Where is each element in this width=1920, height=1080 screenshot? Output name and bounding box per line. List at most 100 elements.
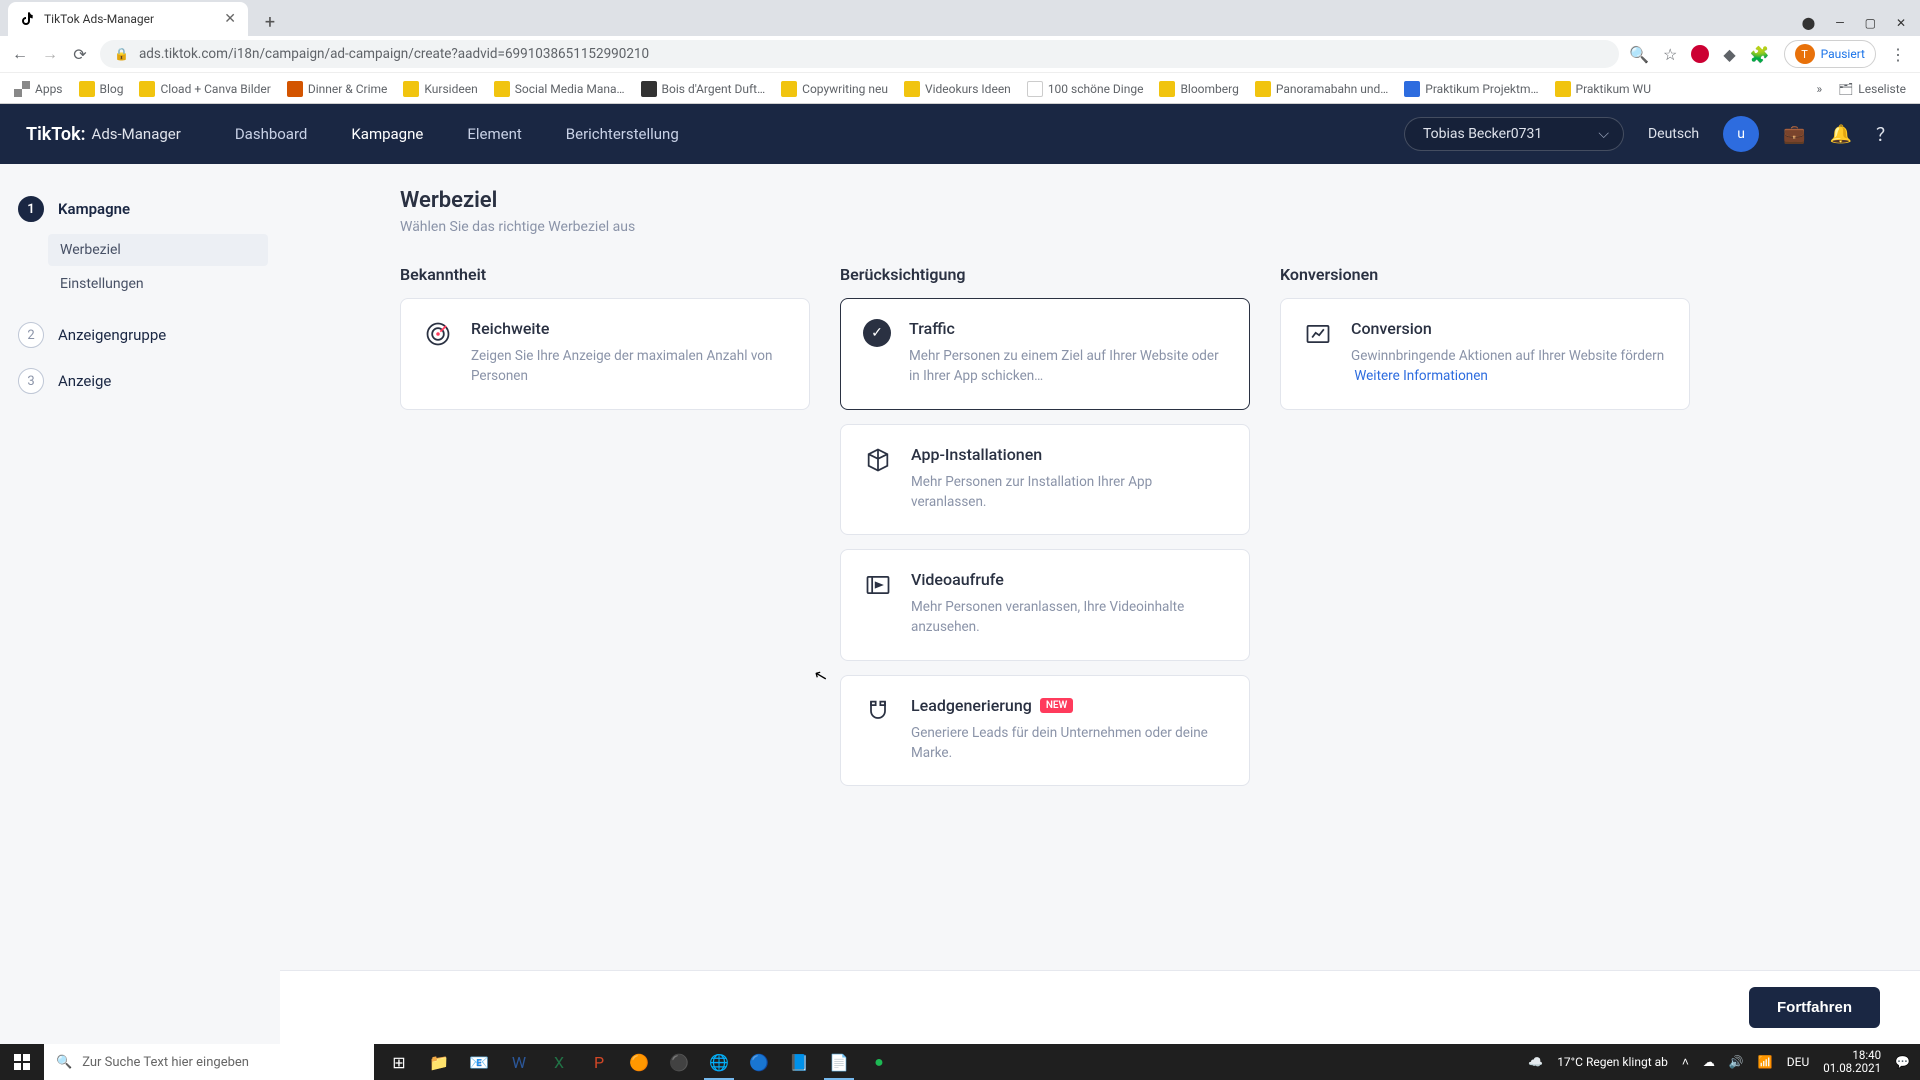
user-avatar[interactable]: u xyxy=(1723,116,1759,152)
app-icon[interactable]: 🟠 xyxy=(620,1044,658,1080)
reload-button[interactable]: ⟳ xyxy=(70,45,90,64)
taskbar-clock[interactable]: 18:40 01.08.2021 xyxy=(1823,1049,1881,1075)
card-leadgenerierung[interactable]: Leadgenerierung NEW Generiere Leads für … xyxy=(840,675,1250,787)
bookmark-item[interactable]: Dinner & Crime xyxy=(283,81,392,97)
explorer-icon[interactable]: 📁 xyxy=(420,1044,458,1080)
language-indicator[interactable]: DEU xyxy=(1787,1055,1809,1069)
card-videoaufrufe[interactable]: Videoaufrufe Mehr Personen veranlassen, … xyxy=(840,549,1250,661)
bell-icon[interactable]: 🔔 xyxy=(1830,124,1852,145)
profile-avatar-icon: T xyxy=(1795,44,1815,64)
extension-icon[interactable]: ◆ xyxy=(1723,45,1735,64)
apps-icon xyxy=(14,81,30,97)
browser-tab[interactable]: TikTok Ads-Manager ✕ xyxy=(8,2,248,36)
continue-button[interactable]: Fortfahren xyxy=(1749,987,1880,1028)
bookmark-item[interactable]: Copywriting neu xyxy=(777,81,892,97)
obs-icon[interactable]: ⚫ xyxy=(660,1044,698,1080)
substep-einstellungen[interactable]: Einstellungen xyxy=(48,268,268,300)
volume-icon[interactable]: 🔊 xyxy=(1729,1055,1744,1069)
bookmark-icon xyxy=(1159,81,1175,97)
bookmark-star-icon[interactable]: ☆ xyxy=(1663,45,1677,64)
close-tab-icon[interactable]: ✕ xyxy=(224,11,236,27)
mail-icon[interactable]: 📧 xyxy=(460,1044,498,1080)
weather-text[interactable]: 17°C Regen klingt ab xyxy=(1557,1055,1668,1069)
step-label: Anzeigengruppe xyxy=(58,326,166,344)
card-reichweite[interactable]: Reichweite Zeigen Sie Ihre Anzeige der m… xyxy=(400,298,810,410)
spotify-icon[interactable]: ● xyxy=(860,1044,898,1080)
language-selector[interactable]: Deutsch xyxy=(1648,126,1699,142)
start-button[interactable] xyxy=(0,1044,44,1080)
forward-button[interactable]: → xyxy=(40,44,60,64)
bookmark-item[interactable]: Social Media Mana… xyxy=(490,81,629,97)
reading-list-button[interactable]: 🗂Leseliste xyxy=(1834,82,1910,96)
tiktok-favicon-icon xyxy=(20,11,36,27)
extensions-menu-icon[interactable]: 🧩 xyxy=(1750,45,1770,64)
excel-icon[interactable]: X xyxy=(540,1044,578,1080)
task-view-icon[interactable]: ⊞ xyxy=(380,1044,418,1080)
column-beruecksichtigung: Berücksichtigung ✓ Traffic Mehr Personen… xyxy=(840,265,1250,800)
bookmark-item[interactable]: Blog xyxy=(75,81,128,97)
minimize-icon[interactable]: — xyxy=(1835,16,1844,30)
bookmark-item[interactable]: Bois d'Argent Duft… xyxy=(637,81,770,97)
app-icon[interactable]: 📘 xyxy=(780,1044,818,1080)
card-app-installationen[interactable]: App-Installationen Mehr Personen zur Ins… xyxy=(840,424,1250,536)
substep-werbeziel[interactable]: Werbeziel xyxy=(48,234,268,266)
bookmark-icon xyxy=(494,81,510,97)
help-icon[interactable]: ？ xyxy=(1876,121,1894,147)
main-panel: Werbeziel Wählen Sie das richtige Werbez… xyxy=(280,164,1920,1044)
bookmark-item[interactable]: Bloomberg xyxy=(1155,81,1242,97)
url-input[interactable]: 🔒 ads.tiktok.com/i18n/campaign/ad-campai… xyxy=(100,40,1619,68)
word-icon[interactable]: W xyxy=(500,1044,538,1080)
taskbar-search[interactable]: 🔍 Zur Suche Text hier eingeben xyxy=(44,1044,374,1080)
profile-paused-button[interactable]: T Pausiert xyxy=(1784,40,1876,68)
close-window-icon[interactable]: ✕ xyxy=(1896,16,1906,30)
weather-icon[interactable]: ☁️ xyxy=(1528,1055,1543,1069)
main-nav: Dashboard Kampagne Element Berichterstel… xyxy=(235,125,679,143)
bookmark-apps[interactable]: Apps xyxy=(10,81,67,97)
tray-chevron-icon[interactable]: ˄ xyxy=(1682,1055,1689,1069)
column-konversionen: Konversionen Conversion Gewinnbringende … xyxy=(1280,265,1690,800)
tab-title: TikTok Ads-Manager xyxy=(44,12,154,26)
step-anzeigengruppe[interactable]: 2 Anzeigengruppe xyxy=(0,312,280,358)
new-tab-button[interactable]: + xyxy=(256,8,284,36)
bookmark-icon xyxy=(403,81,419,97)
readinglist-icon: 🗂 xyxy=(1838,82,1853,96)
bookmarks-bar: Apps Blog Cload + Canva Bilder Dinner & … xyxy=(0,72,1920,104)
bookmarks-overflow[interactable]: » xyxy=(1816,82,1822,96)
powerpoint-icon[interactable]: P xyxy=(580,1044,618,1080)
more-info-link[interactable]: Weitere Informationen xyxy=(1354,368,1488,384)
bookmark-item[interactable]: Praktikum Projektm… xyxy=(1400,81,1542,97)
briefcase-icon[interactable]: 💼 xyxy=(1783,124,1805,145)
chrome-icon[interactable]: 🌐 xyxy=(700,1044,738,1080)
maximize-icon[interactable]: ▢ xyxy=(1865,16,1876,30)
target-icon xyxy=(423,319,453,349)
card-traffic[interactable]: ✓ Traffic Mehr Personen zu einem Ziel au… xyxy=(840,298,1250,410)
bookmark-item[interactable]: Praktikum WU xyxy=(1551,81,1655,97)
chrome-menu-icon[interactable]: ⋮ xyxy=(1890,45,1906,64)
edge-icon[interactable]: 🔵 xyxy=(740,1044,778,1080)
bookmark-item[interactable]: Cload + Canva Bilder xyxy=(135,81,274,97)
notepad-icon[interactable]: 📄 xyxy=(820,1044,858,1080)
back-button[interactable]: ← xyxy=(10,44,30,64)
bookmark-item[interactable]: 100 schöne Dinge xyxy=(1023,81,1148,97)
onedrive-icon[interactable]: ☁ xyxy=(1703,1055,1715,1069)
nav-dashboard[interactable]: Dashboard xyxy=(235,125,308,143)
record-icon[interactable]: ⬤ xyxy=(1802,16,1815,30)
nav-element[interactable]: Element xyxy=(467,125,521,143)
wifi-icon[interactable]: 📶 xyxy=(1758,1055,1773,1069)
search-placeholder: Zur Suche Text hier eingeben xyxy=(82,1055,249,1070)
zoom-icon[interactable]: 🔍 xyxy=(1629,45,1649,64)
nav-kampagne[interactable]: Kampagne xyxy=(351,125,423,143)
account-selector[interactable]: Tobias Becker0731 xyxy=(1404,117,1624,151)
extension-abp-icon[interactable] xyxy=(1691,45,1709,63)
bookmark-item[interactable]: Panoramabahn und… xyxy=(1251,81,1392,97)
tiktok-logo[interactable]: TikTok: Ads-Manager xyxy=(26,124,181,145)
card-description: Generiere Leads für dein Unternehmen ode… xyxy=(911,723,1227,764)
notifications-icon[interactable]: 💬 xyxy=(1895,1055,1910,1069)
step-kampagne[interactable]: 1 Kampagne xyxy=(0,186,280,232)
nav-berichterstellung[interactable]: Berichterstellung xyxy=(566,125,679,143)
page-area: 1 Kampagne Werbeziel Einstellungen 2 Anz… xyxy=(0,164,1920,1044)
bookmark-item[interactable]: Videokurs Ideen xyxy=(900,81,1015,97)
step-anzeige[interactable]: 3 Anzeige xyxy=(0,358,280,404)
card-conversion[interactable]: Conversion Gewinnbringende Aktionen auf … xyxy=(1280,298,1690,410)
bookmark-item[interactable]: Kursideen xyxy=(399,81,481,97)
